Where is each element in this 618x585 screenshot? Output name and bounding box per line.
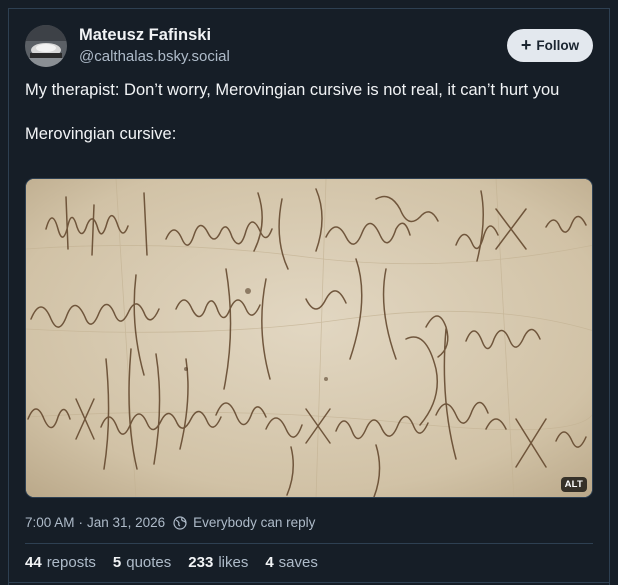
post-image[interactable]: ALT [25, 178, 593, 498]
stat-label: likes [218, 554, 249, 571]
plus-icon: + [520, 35, 532, 55]
stat-quotes[interactable]: 5 quotes [113, 554, 171, 571]
stat-label: saves [278, 554, 318, 571]
stat-count: 233 [188, 554, 214, 571]
stat-count: 44 [25, 554, 42, 571]
stat-reposts[interactable]: 44 reposts [25, 554, 96, 571]
post-date[interactable]: Jan 31, 2026 [87, 515, 165, 530]
post-time[interactable]: 7:00 AM [25, 515, 75, 530]
bottom-border [8, 582, 610, 583]
divider [25, 543, 593, 544]
author-name[interactable]: Mateusz Fafinski [79, 26, 211, 45]
meta-separator: · [78, 515, 84, 530]
avatar[interactable] [25, 25, 67, 67]
manuscript-image [26, 179, 592, 497]
post-text-line: My therapist: Don’t worry, Merovingian c… [25, 81, 560, 99]
follow-button[interactable]: + Follow [507, 29, 593, 62]
post-text: My therapist: Don’t worry, Merovingian c… [25, 79, 593, 145]
globe-icon [173, 515, 187, 530]
avatar-image [25, 25, 67, 67]
stat-count: 5 [112, 554, 122, 571]
reply-setting: Everybody can reply [193, 515, 316, 530]
alt-badge[interactable]: ALT [560, 477, 587, 492]
post-meta: 7:00 AM · Jan 31, 2026 Everybody can rep… [25, 515, 315, 530]
stat-count: 4 [265, 554, 274, 571]
author-handle[interactable]: @calthalas.bsky.social [79, 48, 230, 65]
stat-likes[interactable]: 233 likes [188, 554, 248, 571]
post-stats: 44 reposts 5 quotes 233 likes 4 saves [25, 554, 318, 571]
post-text-line: Merovingian cursive: [25, 125, 177, 143]
follow-button-label: Follow [536, 38, 580, 53]
stat-label: reposts [46, 554, 96, 571]
stat-label: quotes [126, 554, 172, 571]
stat-saves[interactable]: 4 saves [265, 554, 318, 571]
